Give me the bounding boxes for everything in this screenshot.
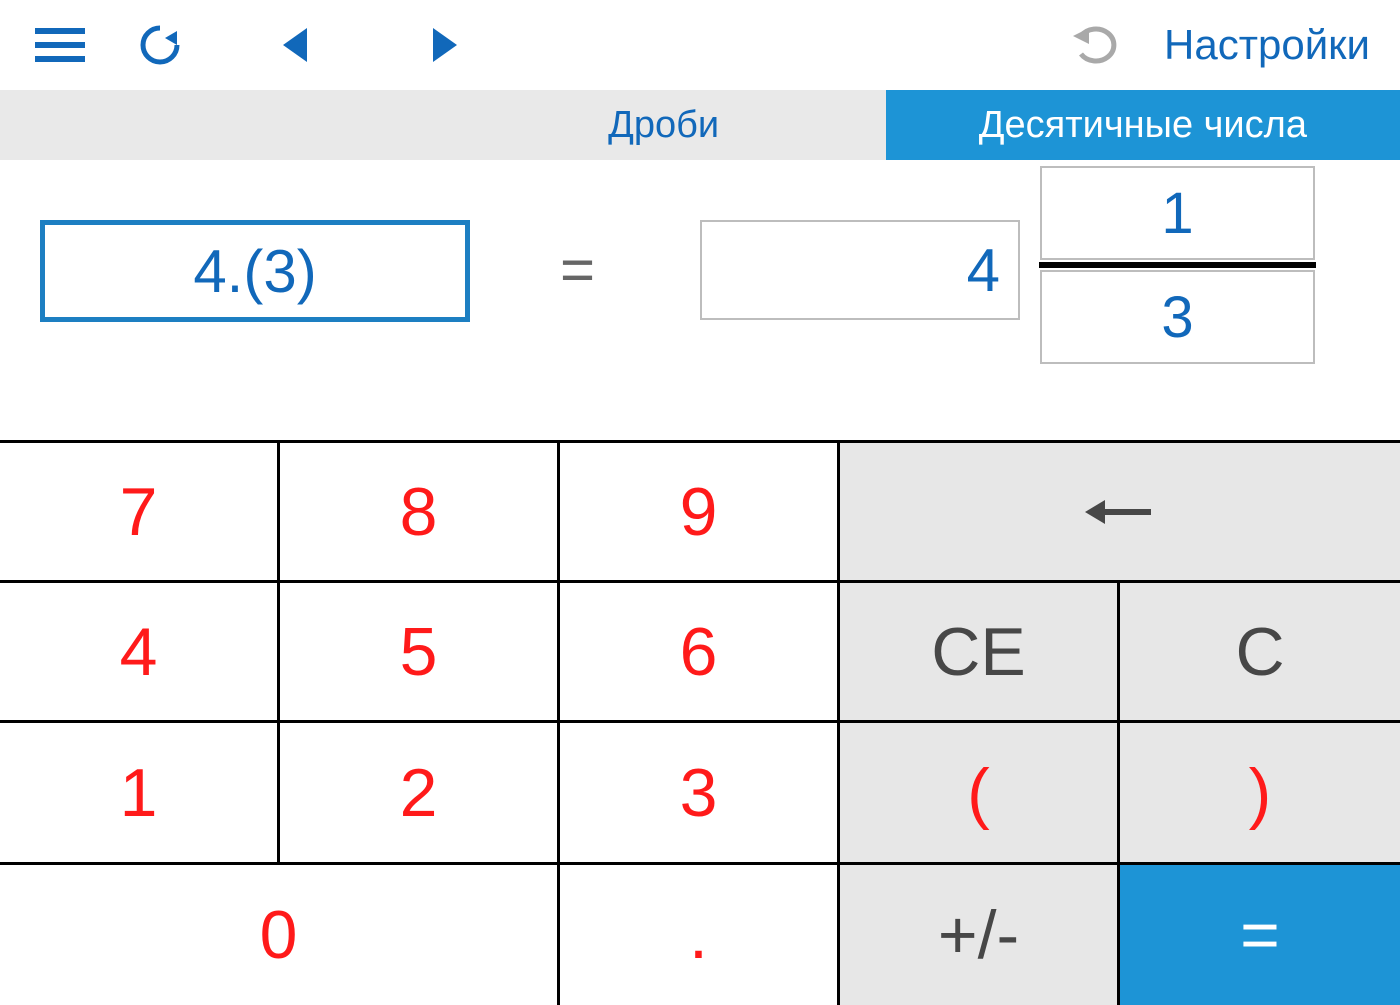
key-4[interactable]: 4: [0, 583, 280, 723]
top-toolbar: Настройки: [0, 0, 1400, 90]
key-1[interactable]: 1: [0, 723, 280, 865]
whole-part-input[interactable]: 4: [700, 220, 1020, 320]
key-7[interactable]: 7: [0, 443, 280, 583]
arrow-left-icon: [1085, 498, 1155, 526]
key-c[interactable]: C: [1120, 583, 1400, 723]
key-open-paren[interactable]: (: [840, 723, 1120, 865]
key-dot[interactable]: .: [560, 865, 840, 1005]
key-close-paren[interactable]: ): [1120, 723, 1400, 865]
next-icon[interactable]: [370, 0, 520, 90]
key-3[interactable]: 3: [560, 723, 840, 865]
numerator-input[interactable]: 1: [1040, 166, 1315, 260]
keypad: 7 8 9 4 5 6 CE C 1 2 3 ( ) 0 . +/- =: [0, 440, 1400, 1002]
menu-icon[interactable]: [20, 0, 100, 90]
decimal-input[interactable]: 4.(3): [40, 220, 470, 322]
tab-decimals[interactable]: Десятичные числа: [886, 90, 1400, 160]
prev-icon[interactable]: [220, 0, 370, 90]
key-2[interactable]: 2: [280, 723, 560, 865]
expression-area: 4.(3) = 4 1 3: [0, 160, 1400, 440]
reload-icon[interactable]: [100, 0, 220, 90]
denominator-input[interactable]: 3: [1040, 270, 1315, 364]
key-6[interactable]: 6: [560, 583, 840, 723]
tab-blank: [0, 90, 441, 160]
key-plus-minus[interactable]: +/-: [840, 865, 1120, 1005]
tab-fractions[interactable]: Дроби: [441, 90, 885, 160]
key-8[interactable]: 8: [280, 443, 560, 583]
key-ce[interactable]: CE: [840, 583, 1120, 723]
equals-sign: =: [560, 235, 595, 304]
key-equals[interactable]: =: [1120, 865, 1400, 1005]
key-backspace[interactable]: [840, 443, 1400, 583]
undo-icon[interactable]: [1044, 0, 1144, 90]
fraction-group: 1 3: [1040, 166, 1315, 364]
fraction-bar: [1039, 262, 1316, 268]
key-5[interactable]: 5: [280, 583, 560, 723]
mode-tabs: Дроби Десятичные числа: [0, 90, 1400, 160]
settings-link[interactable]: Настройки: [1144, 21, 1370, 69]
key-0[interactable]: 0: [0, 865, 560, 1005]
key-9[interactable]: 9: [560, 443, 840, 583]
